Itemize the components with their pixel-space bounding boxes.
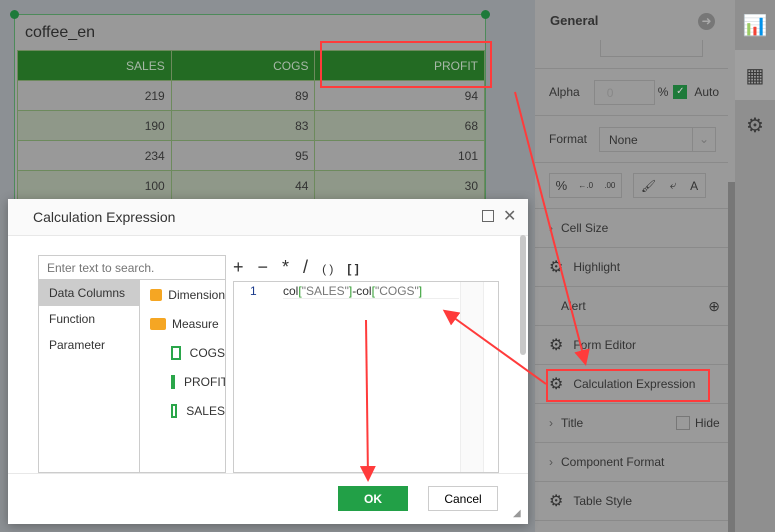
annotation-arrows xyxy=(359,91,590,482)
annotation-arrow xyxy=(514,91,590,366)
annotation-arrow xyxy=(359,319,376,482)
annotation-arrow xyxy=(442,309,547,385)
